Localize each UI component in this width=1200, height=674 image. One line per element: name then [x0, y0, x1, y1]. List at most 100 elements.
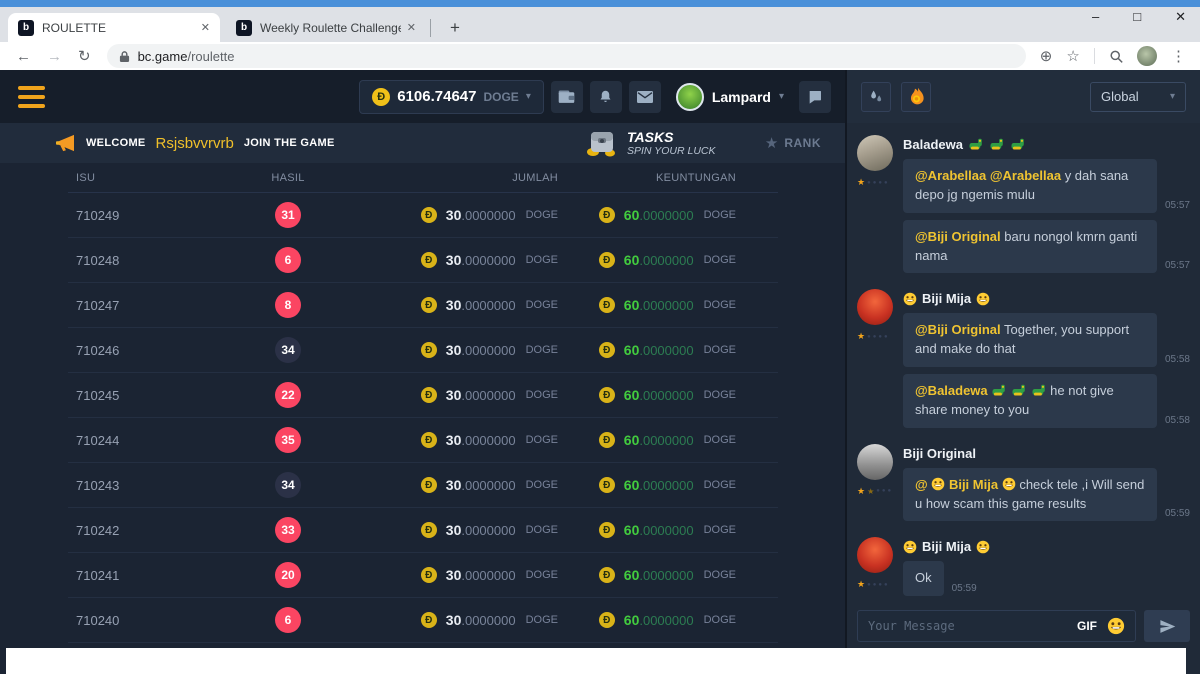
browser-menu-icon[interactable]: ⋮ [1171, 47, 1186, 65]
amount-integer: 60 [624, 432, 640, 448]
main-column: Ð 6106.74647 DOGE ▾ Lampard ▾ [0, 70, 845, 674]
notifications-button[interactable] [590, 81, 622, 113]
table-row[interactable]: 71024334Ð30.0000000DOGEÐ60.0000000DOGE [68, 463, 778, 508]
chat-avatar[interactable] [857, 537, 893, 573]
reload-icon[interactable]: ↻ [78, 47, 91, 65]
mail-icon [637, 91, 653, 103]
chat-mention[interactable]: @ [915, 477, 928, 492]
chat-bubble: @Baladewa he not give share money to you [903, 374, 1157, 428]
result-badge: 35 [275, 427, 301, 453]
new-tab-button[interactable]: + [442, 15, 468, 41]
chat-footer: GIF [847, 604, 1200, 648]
message-box: GIF [857, 610, 1136, 642]
doge-coin-icon: Ð [599, 297, 615, 313]
bet-profit: Ð60.0000000DOGE [558, 297, 736, 313]
chat-avatar[interactable] [857, 135, 893, 171]
amount-integer: 60 [624, 252, 640, 268]
chat-mention[interactable]: @Biji Original [915, 322, 1001, 337]
amount-decimals: .0000000 [639, 523, 693, 538]
chat-avatar[interactable] [857, 444, 893, 480]
result-cell: 22 [208, 382, 368, 408]
table-row[interactable]: 71024634Ð30.0000000DOGEÐ60.0000000DOGE [68, 328, 778, 373]
send-icon [1159, 618, 1176, 635]
amount-integer: 30 [446, 387, 462, 403]
table-body: 71024931Ð30.0000000DOGEÐ60.0000000DOGE71… [68, 193, 778, 643]
chat-username[interactable]: Biji Mija [903, 537, 1190, 554]
star-dot-icon: ● [888, 488, 892, 494]
search-extension-icon[interactable] [1109, 49, 1124, 64]
coin-drop-button[interactable] [901, 82, 931, 112]
chat-group: ★●●●●Biji Mija@Biji Original Together, y… [857, 289, 1190, 427]
bet-amount: Ð30.0000000DOGE [368, 387, 558, 403]
amount-decimals: .0000000 [639, 388, 693, 403]
chat-username[interactable]: Biji Original [903, 444, 1190, 461]
chat-username[interactable]: Baladewa [903, 135, 1190, 152]
table-row[interactable]: 7102486Ð30.0000000DOGEÐ60.0000000DOGE [68, 238, 778, 283]
grin-emoji-icon [976, 292, 990, 306]
table-row[interactable]: 71024931Ð30.0000000DOGEÐ60.0000000DOGE [68, 193, 778, 238]
chat-mention[interactable]: @Arabellaa [990, 168, 1061, 183]
chat-avatar[interactable] [857, 289, 893, 325]
table-header: ISU HASIL JUMLAH KEUNTUNGAN [68, 163, 778, 193]
chat-mention[interactable]: Biji Mija [949, 477, 998, 492]
browser-profile-avatar[interactable] [1137, 46, 1157, 66]
chat-mention[interactable]: @Biji Original [915, 229, 1001, 244]
llama-emote-icon [968, 138, 984, 151]
gif-button[interactable]: GIF [1077, 619, 1097, 633]
tab-close-icon[interactable]: ✕ [201, 21, 210, 34]
amount-decimals: .0000000 [461, 208, 515, 223]
amount-decimals: .0000000 [639, 253, 693, 268]
chat-mention[interactable]: @Arabellaa [915, 168, 986, 183]
amount-decimals: .0000000 [461, 433, 515, 448]
zoom-page-icon[interactable]: ⊕ [1040, 47, 1053, 65]
table-row[interactable]: 71024120Ð30.0000000DOGEÐ60.0000000DOGE [68, 553, 778, 598]
bet-amount: Ð30.0000000DOGE [368, 522, 558, 538]
wallet-button[interactable] [551, 81, 583, 113]
bet-id: 710242 [68, 523, 208, 538]
chat-text: Biji Mija [922, 539, 971, 554]
tab-weekly-challenge[interactable]: b Weekly Roulette Challenge - Win ✕ [226, 13, 426, 42]
amount-integer: 30 [446, 207, 462, 223]
back-icon[interactable]: ← [16, 48, 31, 65]
tasks-chest-icon [583, 128, 619, 158]
bet-amount: Ð30.0000000DOGE [368, 342, 558, 358]
bookmark-icon[interactable]: ☆ [1066, 47, 1079, 65]
user-menu[interactable]: Lampard ▾ [676, 83, 784, 111]
message-input[interactable] [868, 619, 1067, 633]
bet-amount: Ð30.0000000DOGE [368, 297, 558, 313]
chat-username[interactable]: Biji Mija [903, 289, 1190, 306]
url-field[interactable]: bc.game/roulette [107, 44, 1026, 68]
tab-roulette[interactable]: b ROULETTE ✕ [8, 13, 220, 42]
chat-group-main: Biji Original@ Biji Mija check tele ,i W… [903, 444, 1190, 522]
balance-selector[interactable]: Ð 6106.74647 DOGE ▾ [359, 80, 544, 114]
doge-coin-icon: Ð [421, 612, 437, 628]
table-row[interactable]: 71024522Ð30.0000000DOGEÐ60.0000000DOGE [68, 373, 778, 418]
wallet-icon [558, 89, 575, 104]
result-cell: 6 [208, 607, 368, 633]
close-button[interactable]: ✕ [1175, 9, 1186, 25]
table-row[interactable]: 7102478Ð30.0000000DOGEÐ60.0000000DOGE [68, 283, 778, 328]
maximize-button[interactable]: □ [1133, 9, 1141, 25]
chat-avatar-column: ★●●●● [857, 289, 903, 427]
chat-mention[interactable]: @Baladewa [915, 383, 988, 398]
forward-icon[interactable]: → [47, 48, 62, 65]
llama-emote-icon [989, 138, 1005, 151]
amount-integer: 60 [624, 207, 640, 223]
table-row[interactable]: 7102406Ð30.0000000DOGEÐ60.0000000DOGE [68, 598, 778, 643]
messages-button[interactable] [629, 81, 661, 113]
grin-emoji-icon [903, 292, 917, 306]
table-row[interactable]: 71024233Ð30.0000000DOGEÐ60.0000000DOGE [68, 508, 778, 553]
rank-link[interactable]: ★ RANK [765, 123, 821, 163]
table-row[interactable]: 71024435Ð30.0000000DOGEÐ60.0000000DOGE [68, 418, 778, 463]
send-button[interactable] [1144, 610, 1190, 642]
tab-close-icon[interactable]: ✕ [407, 21, 416, 34]
emoji-picker-icon[interactable] [1107, 617, 1125, 635]
chat-toggle-button[interactable] [799, 81, 831, 113]
minimize-button[interactable]: – [1092, 9, 1099, 25]
tasks-link[interactable]: TASKS SPIN YOUR LUCK [583, 123, 716, 163]
amount-integer: 60 [624, 612, 640, 628]
menu-hamburger-icon[interactable] [18, 86, 45, 108]
chat-channel-select[interactable]: Global ▾ [1090, 82, 1186, 112]
rain-button[interactable] [861, 82, 891, 112]
doge-coin-icon: Ð [421, 252, 437, 268]
